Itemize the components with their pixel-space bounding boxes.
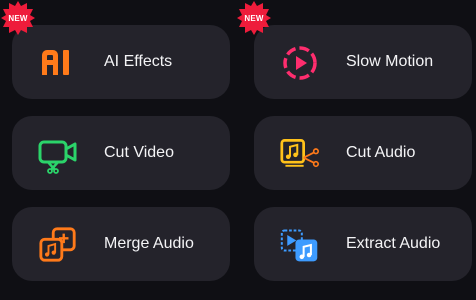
new-badge-ai-effects: NEW [0, 0, 36, 36]
ai-effects-label: AI Effects [104, 53, 173, 70]
slow-motion-button[interactable]: Slow Motion [254, 25, 472, 99]
cut-audio-label: Cut Audio [346, 144, 416, 161]
new-badge-text: NEW [244, 13, 264, 23]
merge-audio-icon [38, 225, 78, 265]
cut-video-button[interactable]: Cut Video [12, 116, 230, 190]
slow-motion-icon [280, 43, 320, 83]
new-badge-text: NEW [8, 13, 28, 23]
ai-effects-button[interactable]: AI Effects [12, 25, 230, 99]
merge-audio-label: Merge Audio [104, 235, 194, 252]
merge-audio-button[interactable]: Merge Audio [12, 207, 230, 281]
extract-audio-icon [280, 225, 320, 265]
cut-audio-icon [280, 134, 320, 174]
ai-effects-icon [38, 43, 78, 83]
cut-video-label: Cut Video [104, 144, 174, 161]
new-badge-slow-motion: NEW [236, 0, 272, 36]
extract-audio-button[interactable]: Extract Audio [254, 207, 472, 281]
extract-audio-label: Extract Audio [346, 235, 441, 252]
cut-audio-button[interactable]: Cut Audio [254, 116, 472, 190]
slow-motion-label: Slow Motion [346, 53, 434, 70]
cut-video-icon [38, 134, 78, 174]
